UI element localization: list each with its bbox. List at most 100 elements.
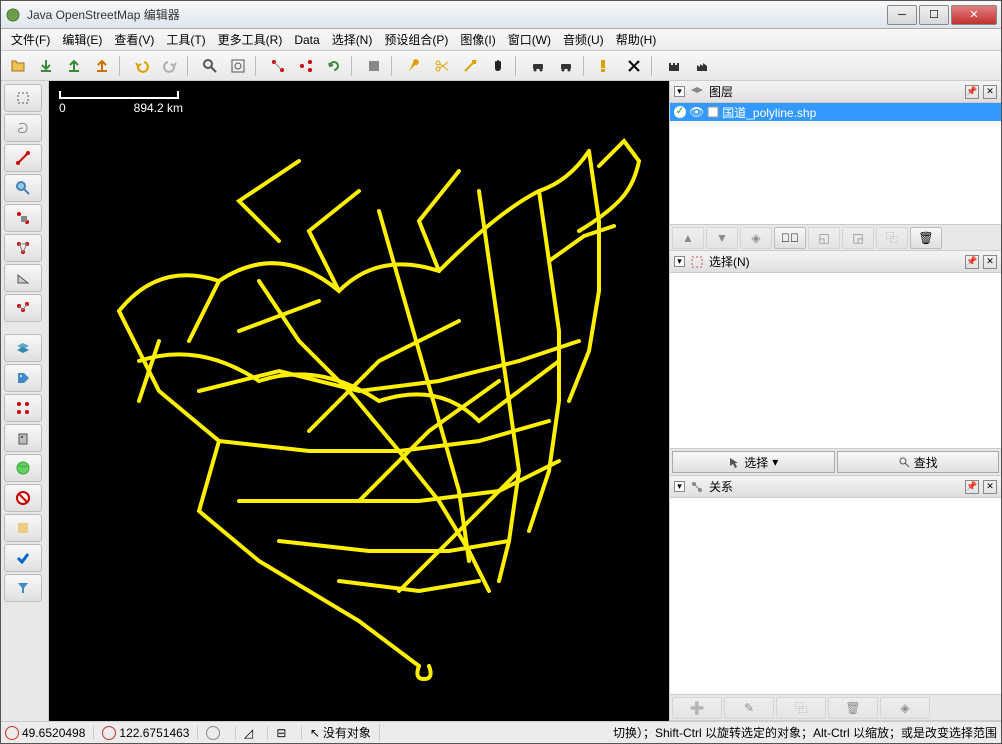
activate-icon: ◈ — [740, 227, 772, 249]
wrench-icon[interactable] — [401, 53, 427, 79]
minimize-button[interactable]: ─ — [887, 5, 917, 25]
map-lines — [49, 81, 669, 721]
menu-more-tools[interactable]: 更多工具(R) — [212, 29, 289, 50]
menu-edit[interactable]: 编辑(E) — [56, 29, 108, 50]
collapse-icon[interactable]: ▾ — [674, 86, 685, 97]
selection-panel: ▾ 选择(N) 📌 ✕ 选择 ▾ 查找 — [670, 251, 1001, 476]
collapse-icon[interactable]: ▾ — [674, 256, 685, 267]
upload-orange-icon[interactable] — [89, 53, 115, 79]
filter-tool-icon[interactable] — [4, 514, 42, 542]
eye-icon[interactable]: 👁 — [689, 105, 704, 119]
select-button[interactable]: 选择 ▾ — [672, 451, 835, 473]
warning-icon[interactable] — [593, 53, 619, 79]
menu-imagery[interactable]: 图像(I) — [454, 29, 501, 50]
layer-action1-icon: ◱ — [808, 227, 840, 249]
layers-panel: ▾ 图层 📌 ✕ ✓ 👁 国道_polyline.shp ▲ — [670, 81, 1001, 251]
download-icon[interactable] — [33, 53, 59, 79]
close-panel-icon[interactable]: ✕ — [983, 85, 997, 99]
layers-blue-icon[interactable] — [4, 334, 42, 362]
globe-icon[interactable] — [4, 454, 42, 482]
search-icon[interactable] — [197, 53, 223, 79]
menu-presets[interactable]: 预设组合(P) — [378, 29, 454, 50]
search-small-icon — [898, 456, 910, 468]
delete-layer-icon[interactable]: 🗑 — [910, 227, 942, 249]
castle-icon[interactable] — [661, 53, 687, 79]
pin-icon[interactable]: 📌 — [965, 85, 979, 99]
nodes-red-icon[interactable] — [4, 394, 42, 422]
angle-tool-icon[interactable] — [4, 264, 42, 292]
hand-icon[interactable] — [485, 53, 511, 79]
main-toolbar — [1, 51, 1001, 81]
chevron-down-icon: ▾ — [772, 455, 778, 469]
combine-icon[interactable] — [4, 234, 42, 262]
move-down-icon: ▼ — [706, 227, 738, 249]
menu-windows[interactable]: 窗口(W) — [502, 29, 557, 50]
collapse-icon[interactable]: ▾ — [674, 481, 685, 492]
status-lon: 122.6751463 — [119, 726, 189, 740]
new-relation-icon: ➕ — [672, 697, 722, 719]
lon-icon — [102, 726, 116, 740]
edit-relation-icon: ✎ — [724, 697, 774, 719]
cross-icon[interactable] — [621, 53, 647, 79]
menu-file[interactable]: 文件(F) — [5, 29, 56, 50]
toggle-visible-icon[interactable]: 👁⃠ — [774, 227, 806, 249]
funnel-icon[interactable] — [4, 574, 42, 602]
status-angle — [256, 726, 259, 740]
car2-icon[interactable] — [553, 53, 579, 79]
upload-green-icon[interactable] — [61, 53, 87, 79]
car1-icon[interactable] — [525, 53, 551, 79]
relations-panel: ▾ 关系 📌 ✕ ➕ ✎ ⿻ 🗑 ◈ — [670, 476, 1001, 721]
zoom-box-icon[interactable] — [225, 53, 251, 79]
title-bar: Java OpenStreetMap 编辑器 ─ ☐ ✕ — [1, 1, 1001, 29]
scissors-icon[interactable] — [429, 53, 455, 79]
nodes-tool-icon[interactable] — [4, 294, 42, 322]
lasso-icon[interactable] — [4, 114, 42, 142]
draw-arrow-icon[interactable] — [457, 53, 483, 79]
refresh-icon[interactable] — [321, 53, 347, 79]
find-button[interactable]: 查找 — [837, 451, 1000, 473]
layers-title: 图层 — [709, 83, 961, 100]
validate-icon[interactable] — [4, 544, 42, 572]
close-panel-icon[interactable]: ✕ — [983, 255, 997, 269]
dist-icon: ⊟ — [276, 726, 286, 740]
maximize-button[interactable]: ☐ — [919, 5, 949, 25]
select-relation-icon: ◈ — [880, 697, 930, 719]
undo-icon[interactable] — [129, 53, 155, 79]
redo-icon[interactable] — [157, 53, 183, 79]
tag-blue-icon[interactable] — [4, 364, 42, 392]
zoom-icon[interactable] — [4, 174, 42, 202]
status-heading — [223, 726, 226, 740]
select-rect-icon[interactable] — [4, 84, 42, 112]
layer-active-icon[interactable]: ✓ — [674, 106, 686, 118]
delete-node-icon[interactable] — [4, 204, 42, 232]
file-icon — [707, 106, 719, 118]
layer-item[interactable]: ✓ 👁 国道_polyline.shp — [670, 103, 1001, 121]
menu-view[interactable]: 查看(V) — [108, 29, 160, 50]
restriction-icon[interactable] — [4, 484, 42, 512]
josm-icon — [5, 7, 21, 23]
filter-gray-icon[interactable] — [361, 53, 387, 79]
duplicate-relation-icon: ⿻ — [776, 697, 826, 719]
close-button[interactable]: ✕ — [951, 5, 997, 25]
menu-selection[interactable]: 选择(N) — [326, 29, 379, 50]
cursor-icon — [728, 456, 740, 468]
close-panel-icon[interactable]: ✕ — [983, 480, 997, 494]
open-file-icon[interactable] — [5, 53, 31, 79]
nodes-split-icon[interactable] — [293, 53, 319, 79]
factory-icon[interactable] — [689, 53, 715, 79]
menu-audio[interactable]: 音频(U) — [557, 29, 610, 50]
delete-relation-icon: 🗑 — [828, 697, 878, 719]
building-icon[interactable] — [4, 424, 42, 452]
status-lat: 49.6520498 — [22, 726, 85, 740]
menu-tools[interactable]: 工具(T) — [160, 29, 211, 50]
menu-data[interactable]: Data — [288, 31, 325, 49]
pin-icon[interactable]: 📌 — [965, 255, 979, 269]
pin-icon[interactable]: 📌 — [965, 480, 979, 494]
selection-title: 选择(N) — [709, 253, 961, 270]
draw-line-icon[interactable] — [4, 144, 42, 172]
menu-help[interactable]: 帮助(H) — [610, 29, 663, 50]
duplicate-icon: ⿻ — [876, 227, 908, 249]
map-canvas[interactable]: 0 894.2 km — [49, 81, 669, 721]
lat-icon — [5, 726, 19, 740]
nodes-connect-icon[interactable] — [265, 53, 291, 79]
